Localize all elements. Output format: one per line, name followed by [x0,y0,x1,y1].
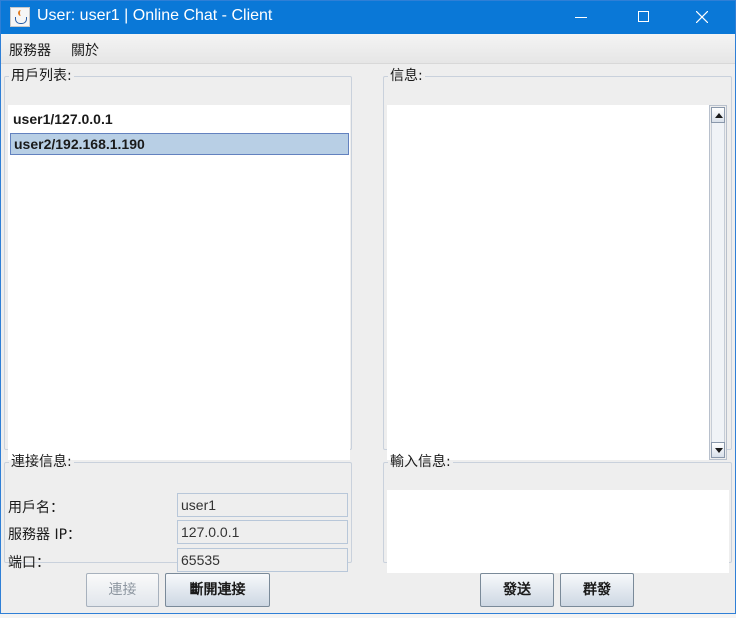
minimize-button[interactable] [558,1,604,34]
menu-bar: 服務器 關於 [1,34,735,64]
user-list-legend: 用戶列表: [11,68,72,84]
menu-about[interactable]: 關於 [71,40,99,60]
user-list[interactable]: user1/127.0.0.1 user2/192.168.1.190 [8,105,350,460]
disconnect-button[interactable]: 斷開連接 [165,573,270,607]
menu-server[interactable]: 服務器 [9,40,51,60]
username-label: 用戶名： [8,500,64,516]
arrow-up-icon [715,113,723,118]
maximize-button[interactable] [621,1,667,34]
broadcast-button[interactable]: 群發 [560,573,634,607]
java-cup-icon [10,7,30,27]
server-ip-field[interactable]: 127.0.0.1 [177,520,348,544]
scroll-up-button[interactable] [711,107,725,123]
message-input[interactable] [387,490,729,573]
connection-info-panel: 連接信息: 用戶名： user1 服務器 IP： 127.0.0.1 端口： 6… [4,454,352,572]
input-message-legend: 輸入信息: [390,454,451,470]
user-list-item[interactable]: user1/127.0.0.1 [10,109,349,131]
port-field[interactable]: 65535 [177,548,348,572]
send-button[interactable]: 發送 [480,573,554,607]
minimize-icon [575,17,587,18]
messages-legend: 信息: [390,68,423,84]
close-icon [696,11,708,23]
messages-panel: 信息: [383,68,732,460]
messages-textarea[interactable] [387,105,709,460]
window-title: User: user1 | Online Chat - Client [37,7,273,24]
port-label: 端口： [8,555,50,571]
connect-button[interactable]: 連接 [86,573,159,607]
connection-info-legend: 連接信息: [11,454,72,470]
close-button[interactable] [679,1,725,34]
chat-client-window: User: user1 | Online Chat - Client 服務器 關… [0,0,736,614]
user-list-item-selected[interactable]: user2/192.168.1.190 [10,133,349,155]
username-field[interactable]: user1 [177,493,348,517]
arrow-down-icon [715,448,723,453]
user-list-panel: 用戶列表: user1/127.0.0.1 user2/192.168.1.19… [4,68,352,460]
maximize-icon [638,11,649,22]
scrollbar-track[interactable] [711,123,725,442]
title-bar[interactable]: User: user1 | Online Chat - Client [1,1,735,34]
messages-scrollbar[interactable] [709,105,727,460]
server-ip-label: 服務器 IP： [8,527,82,543]
input-message-panel: 輸入信息: [383,454,732,573]
